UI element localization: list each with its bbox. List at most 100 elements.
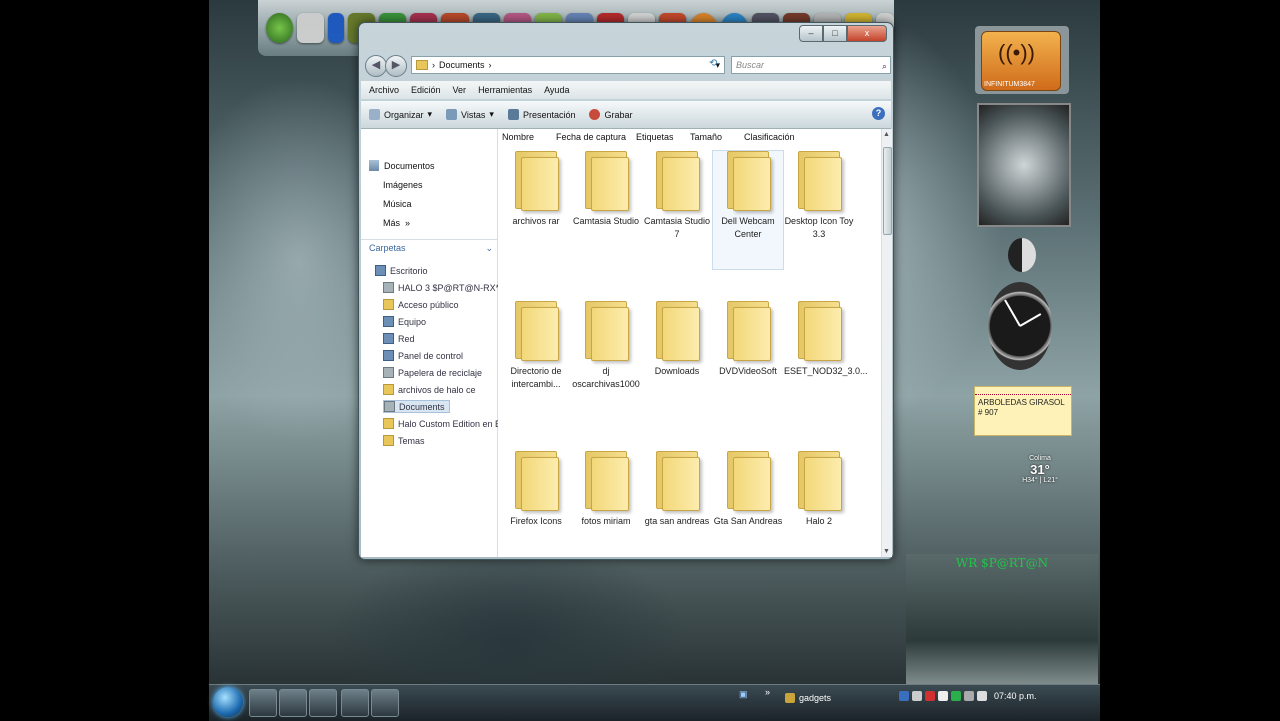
slideshow-gadget[interactable] xyxy=(977,103,1071,227)
menu-ver[interactable]: Ver xyxy=(453,85,467,95)
desktop-show-icon[interactable]: ▣ xyxy=(739,689,748,700)
folder-item[interactable]: archivos rar xyxy=(501,151,571,228)
computer-icon xyxy=(383,316,394,327)
tree-item-escritorio[interactable]: Escritorio xyxy=(375,265,428,276)
folder-item[interactable]: Directorio de intercambi... xyxy=(501,301,571,391)
menu-ayuda[interactable]: Ayuda xyxy=(544,85,569,95)
tree-item-equipo[interactable]: Equipo xyxy=(383,316,426,327)
start-button[interactable] xyxy=(213,687,243,717)
network-icon[interactable] xyxy=(964,691,974,701)
tree-item-label: Documents xyxy=(399,401,445,412)
folder-label: DVDVideoSoft xyxy=(719,366,777,376)
taskbar-app-3[interactable] xyxy=(309,689,337,717)
folder-item-selected[interactable]: Dell Webcam Center xyxy=(712,150,784,270)
search-input[interactable]: Buscar ⌕ xyxy=(731,56,891,74)
weather-temp: 31° xyxy=(1030,462,1050,477)
scrollbar-thumb[interactable] xyxy=(883,147,892,235)
maximize-button[interactable]: □ xyxy=(823,25,847,42)
tree-item-documents[interactable]: Documents xyxy=(383,400,450,413)
tray-icon[interactable] xyxy=(912,691,922,701)
taskbar-app-5[interactable] xyxy=(371,689,399,717)
refresh-icon[interactable]: ⟲ xyxy=(709,58,723,72)
taskbar-app-2[interactable] xyxy=(279,689,307,717)
explorer-window: – □ x ◀ ▶ › Documents › ▾ ⟲ Buscar ⌕ Arc… xyxy=(358,22,894,560)
fav-label: Imágenes xyxy=(383,180,423,190)
folder-item[interactable]: ESET_NOD32_3.0... xyxy=(784,301,868,378)
tree-item-acceso-publico[interactable]: Acceso público xyxy=(383,299,459,310)
burn-button[interactable]: Grabar xyxy=(589,109,633,120)
folder-item[interactable]: Firefox Icons xyxy=(501,451,571,528)
wifi-signal-tile: ((•)) INFINITUM3847 xyxy=(981,31,1061,91)
folder-item[interactable]: gta san andreas xyxy=(642,451,712,528)
folder-item[interactable]: Camtasia Studio xyxy=(571,151,641,228)
taskbar-gadgets-item[interactable]: gadgets xyxy=(785,693,831,703)
menu-herramientas[interactable]: Herramientas xyxy=(478,85,532,95)
bluetooth-icon[interactable] xyxy=(328,13,345,43)
picture-gadget[interactable]: WR $P@RT@N xyxy=(906,554,1098,698)
folder-item[interactable]: Halo 2 xyxy=(784,451,854,528)
tree-item-papelera[interactable]: Papelera de reciclaje xyxy=(383,367,482,378)
organize-button[interactable]: Organizar ▾ xyxy=(369,109,432,120)
taskbar-clock[interactable]: 07:40 p.m. xyxy=(994,691,1037,701)
forward-button[interactable]: ▶ xyxy=(385,55,407,77)
tray-icon[interactable] xyxy=(951,691,961,701)
folder-icon xyxy=(515,151,559,211)
taskbar-overflow[interactable]: » xyxy=(765,687,770,697)
column-clasificacion[interactable]: Clasificación xyxy=(744,132,795,142)
file-list: Nombre Fecha de captura Etiquetas Tamaño… xyxy=(498,129,881,557)
fav-documentos[interactable]: Documentos xyxy=(369,160,435,171)
tree-item-red[interactable]: Red xyxy=(383,333,415,344)
folder-item[interactable]: Camtasia Studio 7 xyxy=(642,151,712,241)
scroll-up-icon[interactable]: ▲ xyxy=(883,131,890,138)
windows-orb-icon[interactable] xyxy=(266,13,294,43)
column-nombre[interactable]: Nombre xyxy=(502,132,534,142)
column-tamano[interactable]: Tamaño xyxy=(690,132,722,142)
menu-edicion[interactable]: Edición xyxy=(411,85,441,95)
folder-item[interactable]: DVDVideoSoft xyxy=(713,301,783,378)
tree-item-halo3[interactable]: HALO 3 $P@RT@N-RX* xyxy=(383,282,499,293)
help-icon[interactable]: ? xyxy=(872,107,885,120)
folder-icon xyxy=(798,451,842,511)
tray-icon[interactable] xyxy=(925,691,935,701)
folder-item[interactable]: dj oscarchivas1000 xyxy=(571,301,641,391)
volume-icon[interactable] xyxy=(977,691,987,701)
address-bar[interactable]: › Documents › ▾ xyxy=(411,56,725,74)
menu-archivo[interactable]: Archivo xyxy=(369,85,399,95)
folder-label: Gta San Andreas xyxy=(713,516,783,526)
column-etiquetas[interactable]: Etiquetas xyxy=(636,132,674,142)
tree-item-panel-control[interactable]: Panel de control xyxy=(383,350,463,361)
search-icon[interactable]: ⌕ xyxy=(882,58,887,74)
tree-item-halo-custom[interactable]: Halo Custom Edition en Esp xyxy=(383,418,511,429)
fav-mas[interactable]: Más » xyxy=(383,218,410,228)
notes-gadget[interactable]: ARBOLEDAS GIRASOL # 907 xyxy=(974,386,1072,436)
taskbar-gadgets-label: gadgets xyxy=(799,693,832,703)
views-button[interactable]: Vistas ▾ xyxy=(446,109,494,120)
tree-item-temas[interactable]: Temas xyxy=(383,435,425,446)
folders-header[interactable]: Carpetas ⌄ xyxy=(361,239,497,255)
column-fecha[interactable]: Fecha de captura xyxy=(556,132,626,142)
slideshow-button[interactable]: Presentación xyxy=(507,109,575,120)
taskbar-app-1[interactable] xyxy=(249,689,277,717)
folder-item[interactable]: fotos miriam xyxy=(571,451,641,528)
folder-item[interactable]: Gta San Andreas xyxy=(713,451,783,528)
folder-item[interactable]: Downloads xyxy=(642,301,712,378)
folder-label: Downloads xyxy=(654,366,700,376)
computer-icon[interactable] xyxy=(297,13,325,43)
back-button[interactable]: ◀ xyxy=(365,55,387,77)
vertical-scrollbar[interactable]: ▲ ▼ xyxy=(881,129,892,557)
taskbar-app-4[interactable] xyxy=(341,689,369,717)
tree-item-archivos-halo[interactable]: archivos de halo ce xyxy=(383,384,476,395)
folder-item[interactable]: Desktop Icon Toy 3.3 xyxy=(784,151,854,241)
tray-icon[interactable] xyxy=(899,691,909,701)
tray-icon[interactable] xyxy=(938,691,948,701)
minimize-button[interactable]: – xyxy=(799,25,823,42)
close-button[interactable]: x xyxy=(847,25,887,42)
scroll-down-icon[interactable]: ▼ xyxy=(883,548,890,555)
organize-label: Organizar xyxy=(384,109,424,120)
radio-gadget[interactable]: ((•)) INFINITUM3847 xyxy=(975,26,1069,94)
fav-musica[interactable]: Música xyxy=(383,199,412,209)
address-segment[interactable]: Documents xyxy=(439,60,485,70)
documents-icon xyxy=(369,160,379,171)
folder-label: ESET_NOD32_3.0... xyxy=(784,366,868,376)
fav-imagenes[interactable]: Imágenes xyxy=(383,180,423,190)
